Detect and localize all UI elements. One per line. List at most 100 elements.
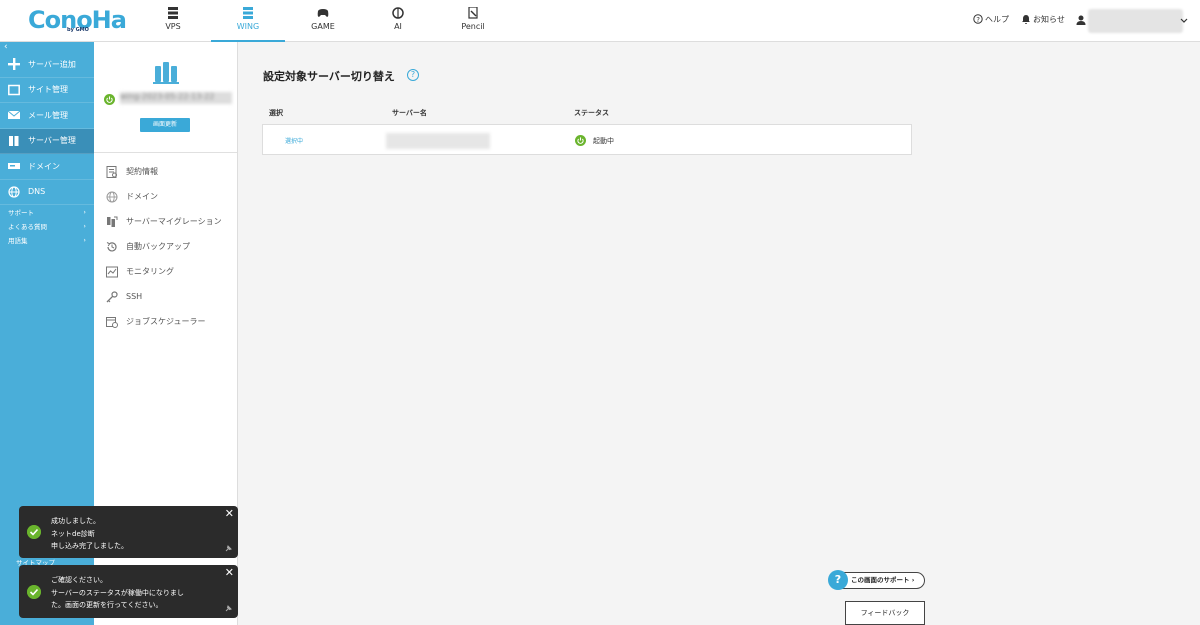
backup-icon — [106, 241, 117, 251]
scheduler-icon — [106, 316, 118, 328]
support-help-icon[interactable]: ? — [828, 570, 848, 590]
gamepad-icon — [317, 9, 329, 17]
sidebar-link-faq[interactable]: よくある質問 › — [0, 219, 94, 233]
menu-item-label: ドメイン — [126, 192, 158, 201]
menu-item-label: ジョブスケジューラー — [126, 317, 206, 326]
plus-icon — [8, 58, 20, 71]
wing-server-icon — [243, 7, 253, 19]
menu-item-label: 自動バックアップ — [126, 242, 190, 251]
toast-message: ご確認ください。 サーバーのステータスが稼働中になりまし た。画面の更新を行って… — [51, 574, 184, 612]
mail-icon — [8, 110, 20, 120]
menu-item-label: サーバーマイグレーション — [126, 217, 222, 226]
server-name-redacted: wing-2023-05-22-13-22 — [120, 92, 232, 104]
sidebar-link-support[interactable]: サポート › — [0, 205, 94, 219]
chevron-right-icon: › — [83, 222, 86, 230]
chevron-right-icon: › — [83, 208, 86, 216]
toast-line: た。画面の更新を行ってください。 — [51, 601, 163, 609]
sidebar-item-dns[interactable]: DNS — [0, 180, 94, 205]
status-text: 起動中 — [593, 137, 614, 145]
refresh-button[interactable]: 画面更新 — [140, 118, 190, 132]
brain-icon — [392, 7, 404, 19]
pin-icon[interactable] — [224, 605, 232, 613]
chart-icon — [106, 266, 118, 277]
top-header: ConoHa by GMO VPS WING GAME AI Pencil ? ヘ… — [0, 0, 1200, 42]
logo-sub: by GMO — [67, 27, 89, 33]
tab-label: GAME — [311, 22, 335, 31]
tab-vps[interactable]: VPS — [136, 0, 210, 42]
chevron-right-icon: › — [83, 236, 86, 244]
tab-game[interactable]: GAME — [286, 0, 360, 42]
toast-success: 成功しました。 ネットde診断 申し込み完了しました。 ✕ — [19, 506, 238, 558]
sidebar-item-label: サーバー管理 — [28, 136, 76, 146]
selected-indicator[interactable]: 選択中 — [285, 136, 303, 145]
server-icon — [168, 7, 178, 19]
menu-item-migration[interactable]: サーバーマイグレーション — [94, 209, 237, 234]
menu-item-label: 契約情報 — [126, 167, 158, 176]
site-icon — [8, 84, 20, 95]
toast-line: 成功しました。 — [51, 517, 100, 525]
server-icon — [153, 62, 179, 84]
menu-item-label: SSH — [126, 292, 143, 301]
toast-line: サーバーのステータスが稼働中になりまし — [51, 588, 184, 597]
globe-icon — [106, 191, 118, 202]
migration-icon — [107, 216, 118, 227]
tab-pencil[interactable]: Pencil — [436, 0, 510, 42]
pencil-icon — [468, 7, 478, 19]
tab-label: Pencil — [461, 22, 485, 31]
sidebar-item-add-server[interactable]: サーバー追加 — [0, 52, 94, 78]
toast-line: ご確認ください。 — [51, 576, 107, 584]
contract-icon — [106, 165, 117, 178]
column-header-server-name: サーバー名 — [392, 109, 427, 117]
close-icon[interactable]: ✕ — [225, 507, 234, 521]
sidebar-item-mail[interactable]: メール管理 — [0, 103, 94, 129]
sidebar-item-site[interactable]: サイト管理 — [0, 78, 94, 103]
menu-item-domain[interactable]: ドメイン — [94, 184, 237, 209]
menu-item-ssh[interactable]: SSH — [94, 284, 237, 309]
help-link[interactable]: ? ヘルプ — [973, 14, 1009, 25]
tab-label: VPS — [165, 22, 181, 31]
help-label: ヘルプ — [985, 15, 1009, 24]
sidebar-item-domain[interactable]: ドメイン — [0, 154, 94, 180]
bell-icon — [1022, 15, 1030, 24]
table-row[interactable]: 選択中 起動中 — [262, 124, 912, 155]
power-status-icon — [104, 94, 115, 105]
chevron-down-icon[interactable] — [1180, 18, 1188, 24]
sidebar-link-glossary[interactable]: 用語集 › — [0, 233, 94, 247]
account-name-redacted[interactable] — [1088, 9, 1183, 33]
sidebar-item-label: メール管理 — [28, 110, 68, 120]
tab-ai[interactable]: AI — [361, 0, 435, 42]
support-label: この画面のサポート — [851, 576, 910, 584]
sidebar-link-label: 用語集 — [8, 237, 28, 245]
domain-icon — [8, 163, 20, 170]
tab-label: AI — [394, 22, 402, 31]
sidebar-link-label: サポート — [8, 209, 34, 217]
help-icon: ? — [973, 14, 983, 24]
pin-icon[interactable] — [224, 545, 232, 553]
feedback-button[interactable]: フィードバック — [845, 601, 925, 625]
sidebar-item-label: ドメイン — [28, 161, 60, 171]
globe-icon — [8, 186, 20, 198]
server-info-panel: wing-2023-05-22-13-22 画面更新 — [94, 42, 237, 153]
page-title: 設定対象サーバー切り替え — [263, 70, 395, 83]
server-menu: 契約情報 ドメイン サーバーマイグレーション 自動バックアップ モニタリング S… — [94, 153, 237, 334]
main-content: 設定対象サーバー切り替え ? 選択 サーバー名 ステータス 選択中 起動中 — [238, 42, 1200, 625]
collapse-button[interactable]: ‹ — [0, 42, 94, 52]
menu-item-scheduler[interactable]: ジョブスケジューラー — [94, 309, 237, 334]
menu-item-contract[interactable]: 契約情報 — [94, 159, 237, 184]
tab-wing[interactable]: WING — [211, 0, 285, 42]
menu-item-backup[interactable]: 自動バックアップ — [94, 234, 237, 259]
sidebar-link-label: よくある質問 — [8, 223, 47, 231]
menu-item-monitoring[interactable]: モニタリング — [94, 259, 237, 284]
tab-label: WING — [236, 22, 260, 31]
notice-link[interactable]: お知らせ — [1021, 14, 1065, 25]
toast-status-notice: ご確認ください。 サーバーのステータスが稼働中になりまし た。画面の更新を行って… — [19, 565, 238, 618]
user-icon[interactable] — [1076, 15, 1086, 25]
svg-text:?: ? — [976, 16, 980, 24]
help-icon[interactable]: ? — [407, 69, 419, 81]
close-icon[interactable]: ✕ — [225, 566, 234, 580]
sidebar-item-label: サーバー追加 — [28, 59, 76, 69]
server-name-redacted — [386, 133, 490, 149]
column-header-select: 選択 — [269, 109, 283, 117]
toast-line: 申し込み完了しました。 — [51, 542, 128, 550]
sidebar-item-server-manage[interactable]: サーバー管理 — [0, 128, 94, 154]
